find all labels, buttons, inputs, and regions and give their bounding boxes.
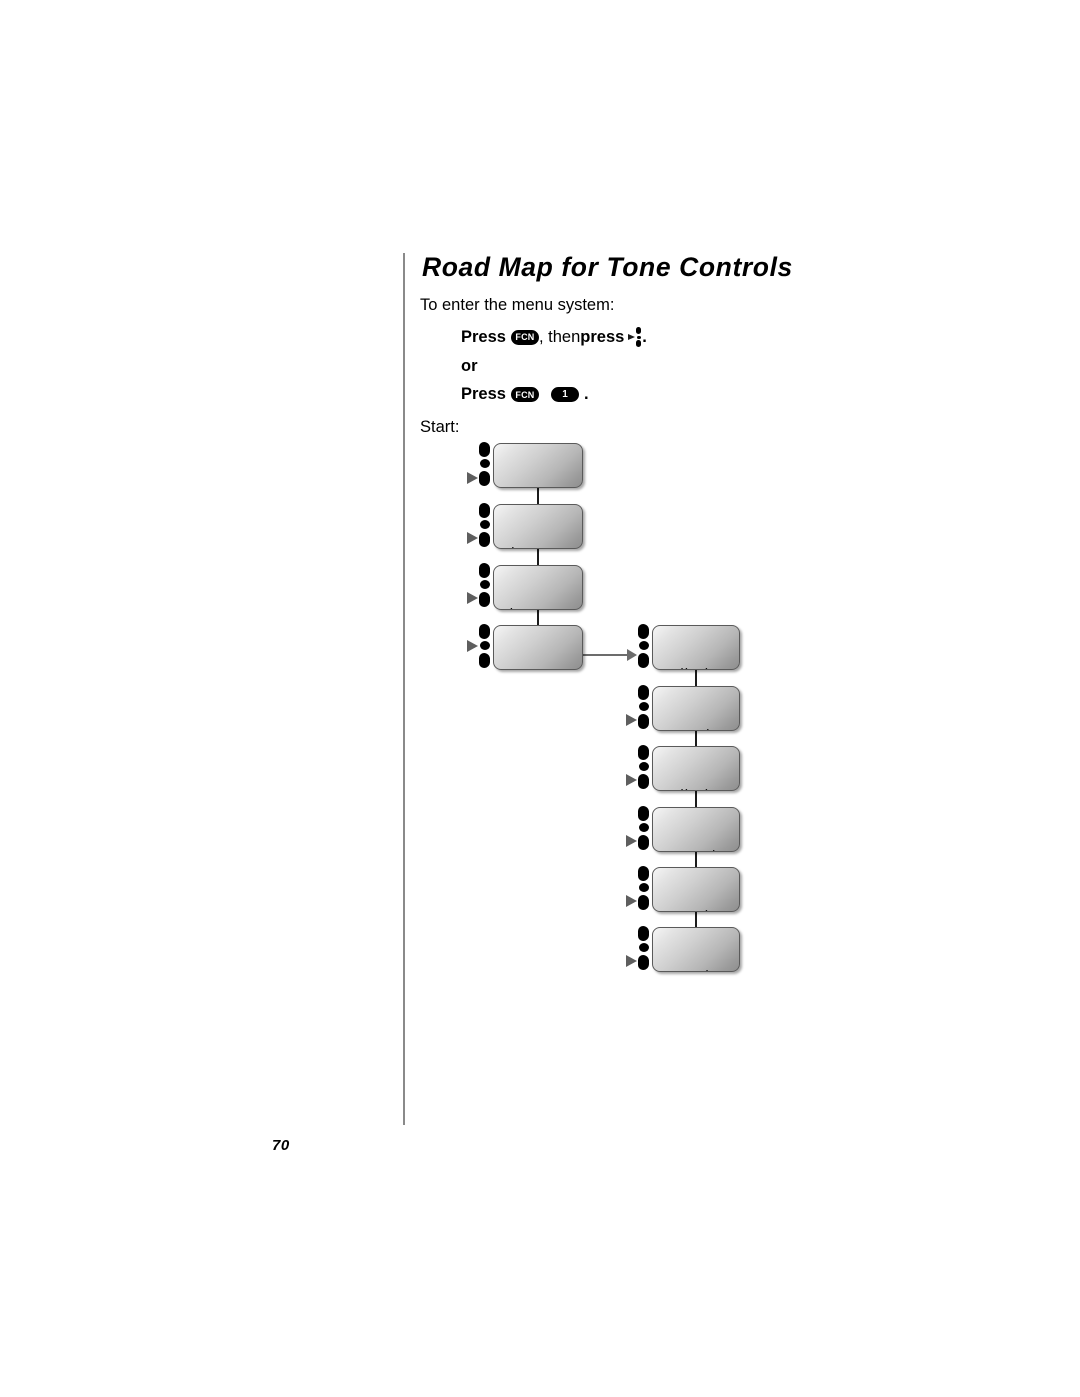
- node-arrow-recent-calls: [467, 472, 478, 484]
- scroll-key-icon-keypad-tone-on: [638, 806, 649, 850]
- pointer-arrow-icon: [628, 334, 636, 340]
- menu-node-line1: Recent: [500, 484, 582, 487]
- press-label-1: Press: [461, 327, 506, 346]
- menu-node-line1: Call Alert: [659, 666, 739, 669]
- menu-node-tone-control[interactable]: Tone Control: [493, 625, 583, 670]
- menu-node-msg-alert-type[interactable]: Msg Alert Type: [652, 686, 740, 731]
- menu-node-scratchpad-tone-on[interactable]: Scratchpad Tone On: [652, 867, 740, 912]
- node-arrow-tone-control: [467, 640, 478, 652]
- one-key-icon[interactable]: 1: [550, 387, 579, 402]
- menu-node-line1: Phone: [500, 545, 582, 548]
- start-label: Start:: [420, 418, 460, 436]
- instruction-period-1: .: [642, 327, 647, 346]
- branch-connector: [583, 654, 629, 656]
- instruction-line-or: or: [461, 357, 478, 376]
- menu-node-phone-book[interactable]: Phone Book: [493, 504, 583, 549]
- node-arrow-phone-book: [467, 532, 478, 544]
- menu-node-line1: Scratchpad: [659, 908, 739, 911]
- node-arrow-msg-alert-type: [626, 714, 637, 726]
- page-number: 70: [272, 1137, 290, 1154]
- menu-node-timers[interactable]: Timers: [493, 565, 583, 610]
- fcn-key-icon[interactable]: FCN: [510, 329, 539, 345]
- menu-node-line1: Timers: [500, 606, 582, 609]
- instruction-line-2: Press FCN 1 .: [461, 385, 589, 404]
- menu-node-recent-calls[interactable]: Recent Calls: [493, 443, 583, 488]
- menu-node-line1: Tone: [500, 666, 582, 669]
- instruction-period-2: .: [583, 385, 589, 403]
- instruction-line-1: Press FCN , then press .: [461, 327, 647, 347]
- branch-arrowhead-icon: [627, 649, 637, 661]
- menu-node-line1: Keypad: [659, 848, 739, 851]
- node-arrow-call-alert-ring-style: [626, 774, 637, 786]
- scroll-key-icon-scratchpad-tone-on: [638, 866, 649, 910]
- scroll-key-icon[interactable]: [628, 327, 642, 347]
- press-label-2: press: [580, 327, 625, 346]
- menu-node-call-alert-type[interactable]: Call Alert Type: [652, 625, 740, 670]
- road-map-flowchart: Recent Calls Phone Book Timers Tone Cont…: [0, 0, 1080, 1397]
- menu-node-line1: To Main: [659, 968, 739, 971]
- menu-node-line1: Msg Alert: [659, 727, 739, 730]
- menu-node-keypad-tone-on[interactable]: Keypad Tone On: [652, 807, 740, 852]
- node-arrow-scratchpad-tone-on: [626, 895, 637, 907]
- menu-node-call-alert-ring-style[interactable]: Call Alert Ring Style: [652, 746, 740, 791]
- menu-node-to-main-menu[interactable]: To Main Menu: [652, 927, 740, 972]
- intro-text: To enter the menu system:: [420, 296, 615, 314]
- fcn-key-icon-2[interactable]: FCN: [510, 387, 539, 402]
- scroll-key-icon-tone-control: [479, 624, 490, 668]
- press-label-3: Press: [461, 385, 506, 403]
- scroll-key-icon-phone-book: [479, 503, 490, 547]
- node-arrow-timers: [467, 592, 478, 604]
- menu-node-line1: Call Alert: [659, 787, 739, 790]
- node-arrow-keypad-tone-on: [626, 835, 637, 847]
- instruction-separator: , then: [538, 327, 581, 346]
- scroll-key-glyph: [636, 327, 642, 347]
- or-label: or: [461, 357, 478, 375]
- scroll-key-icon-call-alert-type: [638, 624, 649, 668]
- scroll-key-icon-recent-calls: [479, 442, 490, 486]
- left-margin-rule: [403, 253, 405, 1125]
- manual-page: Road Map for Tone Controls To enter the …: [0, 0, 1080, 1397]
- scroll-key-icon-call-alert-ring-style: [638, 745, 649, 789]
- page-title: Road Map for Tone Controls: [422, 252, 793, 282]
- scroll-key-icon-timers: [479, 563, 490, 607]
- scroll-key-icon-msg-alert-type: [638, 685, 649, 729]
- scroll-key-icon-to-main-menu: [638, 926, 649, 970]
- node-arrow-to-main-menu: [626, 955, 637, 967]
